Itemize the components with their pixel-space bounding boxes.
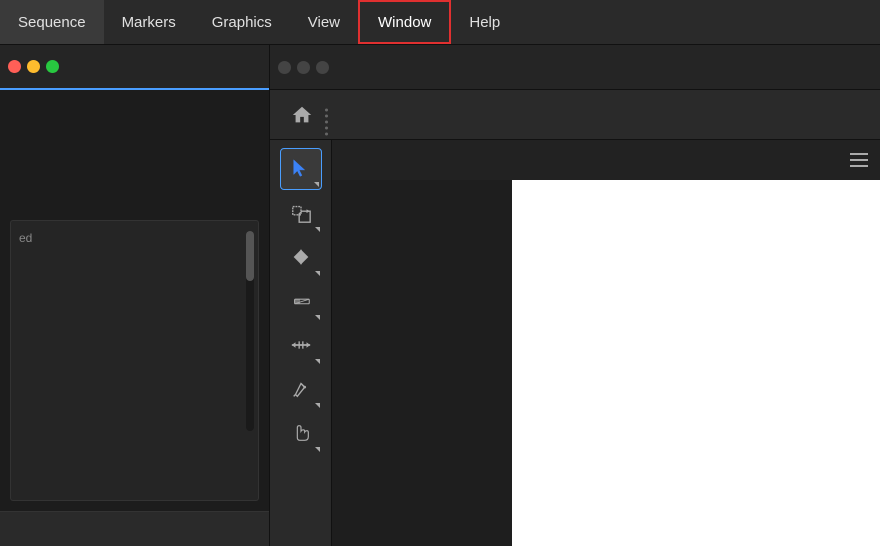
left-panel-bottom-bar xyxy=(0,511,269,546)
drag-handle xyxy=(322,104,331,139)
traffic-light-yellow[interactable] xyxy=(27,60,40,73)
razor-tool-button[interactable] xyxy=(280,280,322,322)
menu-bar: Sequence Markers Graphics View Window He… xyxy=(0,0,880,45)
left-panel: ed xyxy=(0,45,270,546)
track-select-tool-button[interactable] xyxy=(280,192,322,234)
hamburger-line-3 xyxy=(850,165,868,167)
hamburger-menu[interactable] xyxy=(850,151,868,169)
left-panel-content: ed xyxy=(0,90,269,511)
toolbar-circle-2[interactable] xyxy=(297,61,310,74)
traffic-light-red[interactable] xyxy=(8,60,21,73)
canvas-area xyxy=(332,140,880,546)
content-area xyxy=(270,140,880,546)
inner-panel: ed xyxy=(10,220,259,501)
tools-sidebar xyxy=(270,140,332,546)
hamburger-line-1 xyxy=(850,153,868,155)
canvas-header xyxy=(332,140,880,180)
menu-graphics[interactable]: Graphics xyxy=(194,0,290,44)
menu-markers[interactable]: Markers xyxy=(104,0,194,44)
home-icon[interactable] xyxy=(286,99,318,131)
left-panel-header xyxy=(0,45,269,90)
toolbar-circle-1[interactable] xyxy=(278,61,291,74)
scrollbar-thumb[interactable] xyxy=(246,231,254,281)
hamburger-line-2 xyxy=(850,159,868,161)
main-layout: ed xyxy=(0,45,880,546)
inner-panel-label: ed xyxy=(19,231,32,245)
home-bar xyxy=(270,90,880,140)
menu-help[interactable]: Help xyxy=(451,0,518,44)
canvas-white xyxy=(512,180,880,546)
toolbar-circle-3[interactable] xyxy=(316,61,329,74)
menu-view[interactable]: View xyxy=(290,0,358,44)
right-toolbar xyxy=(270,45,880,90)
menu-sequence[interactable]: Sequence xyxy=(0,0,104,44)
ripple-edit-tool-button[interactable] xyxy=(280,236,322,278)
traffic-light-green[interactable] xyxy=(46,60,59,73)
menu-window[interactable]: Window xyxy=(358,0,451,44)
scrollbar-track xyxy=(246,231,254,431)
right-area xyxy=(270,45,880,546)
select-tool-button[interactable] xyxy=(280,148,322,190)
hand-tool-button[interactable] xyxy=(280,412,322,454)
pen-tool-button[interactable] xyxy=(280,368,322,410)
slip-tool-button[interactable] xyxy=(280,324,322,366)
